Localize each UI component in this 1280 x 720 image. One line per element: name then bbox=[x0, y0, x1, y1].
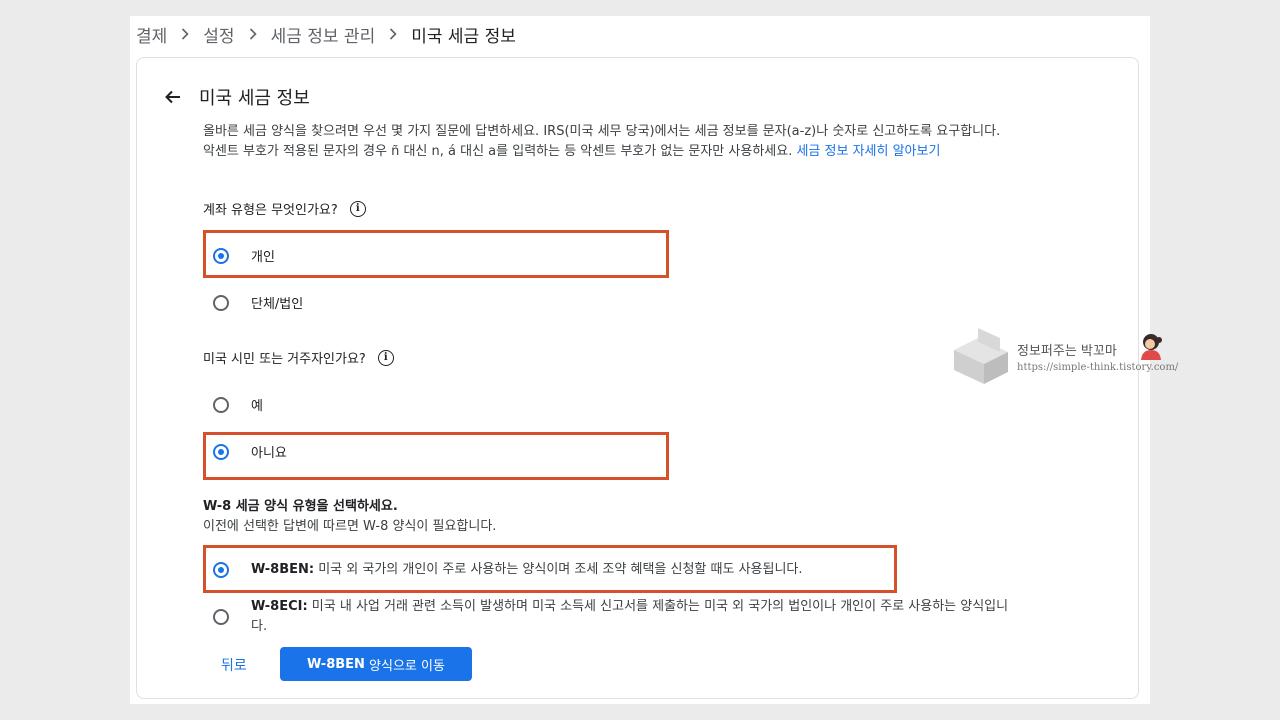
form-type-subtitle: 이전에 선택한 답변에 따르면 W-8 양식이 필요합니다. bbox=[203, 519, 497, 534]
watermark-mascot-icon bbox=[1141, 334, 1162, 360]
breadcrumb: 결제 설정 세금 정보 관리 미국 세금 정보 bbox=[136, 22, 516, 47]
chevron-right-icon bbox=[389, 28, 397, 40]
chevron-right-icon bbox=[181, 28, 189, 40]
option-entity-label: 단체/법인 bbox=[251, 297, 304, 312]
intro-text: 올바른 세금 양식을 찾으려면 우선 몇 가지 질문에 답변하세요. IRS(미… bbox=[203, 122, 1103, 162]
back-button[interactable]: 뒤로 bbox=[221, 655, 247, 675]
option-w8ben-text: W-8BEN: 미국 외 국가의 개인이 주로 사용하는 양식이며 조세 조약 … bbox=[251, 560, 803, 580]
option-w8eci-desc: 미국 내 사업 거래 관련 소득이 발생하며 미국 소득세 신고서를 제출하는 … bbox=[311, 599, 1009, 614]
page-title: 미국 세금 정보 bbox=[199, 88, 310, 109]
arrow-left-icon bbox=[165, 90, 180, 104]
radio-selected[interactable] bbox=[213, 443, 229, 460]
radio-unselected[interactable] bbox=[213, 294, 229, 311]
radio-selected[interactable] bbox=[213, 247, 229, 264]
back-arrow-button[interactable] bbox=[161, 85, 185, 109]
us-citizen-question: 미국 시민 또는 거주자인가요? i bbox=[203, 348, 394, 367]
intro-line-2-text: 악센트 부호가 적용된 문자의 경우 ñ 대신 n, á 대신 a를 입력하는 … bbox=[203, 144, 793, 159]
option-no[interactable]: 아니요 bbox=[203, 442, 287, 461]
option-individual-label: 개인 bbox=[251, 250, 275, 265]
option-individual[interactable]: 개인 bbox=[203, 246, 275, 265]
option-w8eci-line-1: W-8ECI: 미국 내 사업 거래 관련 소득이 발생하며 미국 소득세 신고… bbox=[251, 597, 1101, 617]
option-w8eci[interactable]: W-8ECI: 미국 내 사업 거래 관련 소득이 발생하며 미국 소득세 신고… bbox=[203, 597, 1101, 637]
option-w8eci-code: W-8ECI: bbox=[251, 599, 308, 614]
learn-more-link[interactable]: 세금 정보 자세히 알아보기 bbox=[796, 144, 940, 159]
option-yes-label: 예 bbox=[251, 399, 263, 414]
go-to-w8ben-label: 양식으로 이동 bbox=[364, 658, 445, 674]
card-header: 미국 세금 정보 bbox=[161, 84, 310, 110]
breadcrumb-item-settings[interactable]: 설정 bbox=[203, 22, 234, 47]
watermark-url: https://simple-think.tistory.com/ bbox=[1017, 362, 1179, 373]
go-to-w8ben-button[interactable]: W-8BEN 양식으로 이동 bbox=[280, 647, 472, 681]
breadcrumb-item-payments[interactable]: 결제 bbox=[136, 22, 167, 47]
watermark-logo-icon bbox=[954, 328, 1008, 384]
breadcrumb-item-tax-info[interactable]: 세금 정보 관리 bbox=[271, 22, 376, 47]
info-icon[interactable]: i bbox=[349, 200, 366, 217]
go-to-w8ben-code: W-8BEN bbox=[307, 656, 365, 672]
account-type-label: 계좌 유형은 무엇인가요? bbox=[203, 203, 338, 218]
option-w8ben-desc: 미국 외 국가의 개인이 주로 사용하는 양식이며 조세 조약 혜택을 신청할 … bbox=[318, 562, 803, 577]
option-no-label: 아니요 bbox=[251, 446, 287, 461]
watermark: 정보퍼주는 박꼬마 https://simple-think.tistory.c… bbox=[952, 328, 1178, 392]
radio-selected[interactable] bbox=[213, 562, 229, 578]
form-type-title: W-8 세금 양식 유형을 선택하세요. bbox=[203, 499, 398, 514]
radio-unselected[interactable] bbox=[213, 609, 229, 625]
chevron-right-icon bbox=[249, 28, 257, 40]
watermark-text: 정보퍼주는 박꼬마 bbox=[1017, 344, 1117, 359]
option-w8ben[interactable]: W-8BEN: 미국 외 국가의 개인이 주로 사용하는 양식이며 조세 조약 … bbox=[203, 560, 803, 580]
us-citizen-label: 미국 시민 또는 거주자인가요? bbox=[203, 352, 366, 367]
option-yes[interactable]: 예 bbox=[203, 395, 263, 414]
option-w8eci-line-2: 다. bbox=[251, 619, 268, 634]
account-type-question: 계좌 유형은 무엇인가요? i bbox=[203, 199, 366, 218]
breadcrumb-current: 미국 세금 정보 bbox=[411, 26, 516, 47]
option-w8ben-code: W-8BEN: bbox=[251, 562, 315, 577]
option-entity[interactable]: 단체/법인 bbox=[203, 293, 303, 312]
intro-line-2: 악센트 부호가 적용된 문자의 경우 ñ 대신 n, á 대신 a를 입력하는 … bbox=[203, 142, 1103, 162]
intro-line-1: 올바른 세금 양식을 찾으려면 우선 몇 가지 질문에 답변하세요. IRS(미… bbox=[203, 124, 1001, 139]
radio-unselected[interactable] bbox=[213, 396, 229, 413]
option-w8eci-text: W-8ECI: 미국 내 사업 거래 관련 소득이 발생하며 미국 소득세 신고… bbox=[251, 597, 1101, 637]
info-icon[interactable]: i bbox=[377, 349, 394, 366]
